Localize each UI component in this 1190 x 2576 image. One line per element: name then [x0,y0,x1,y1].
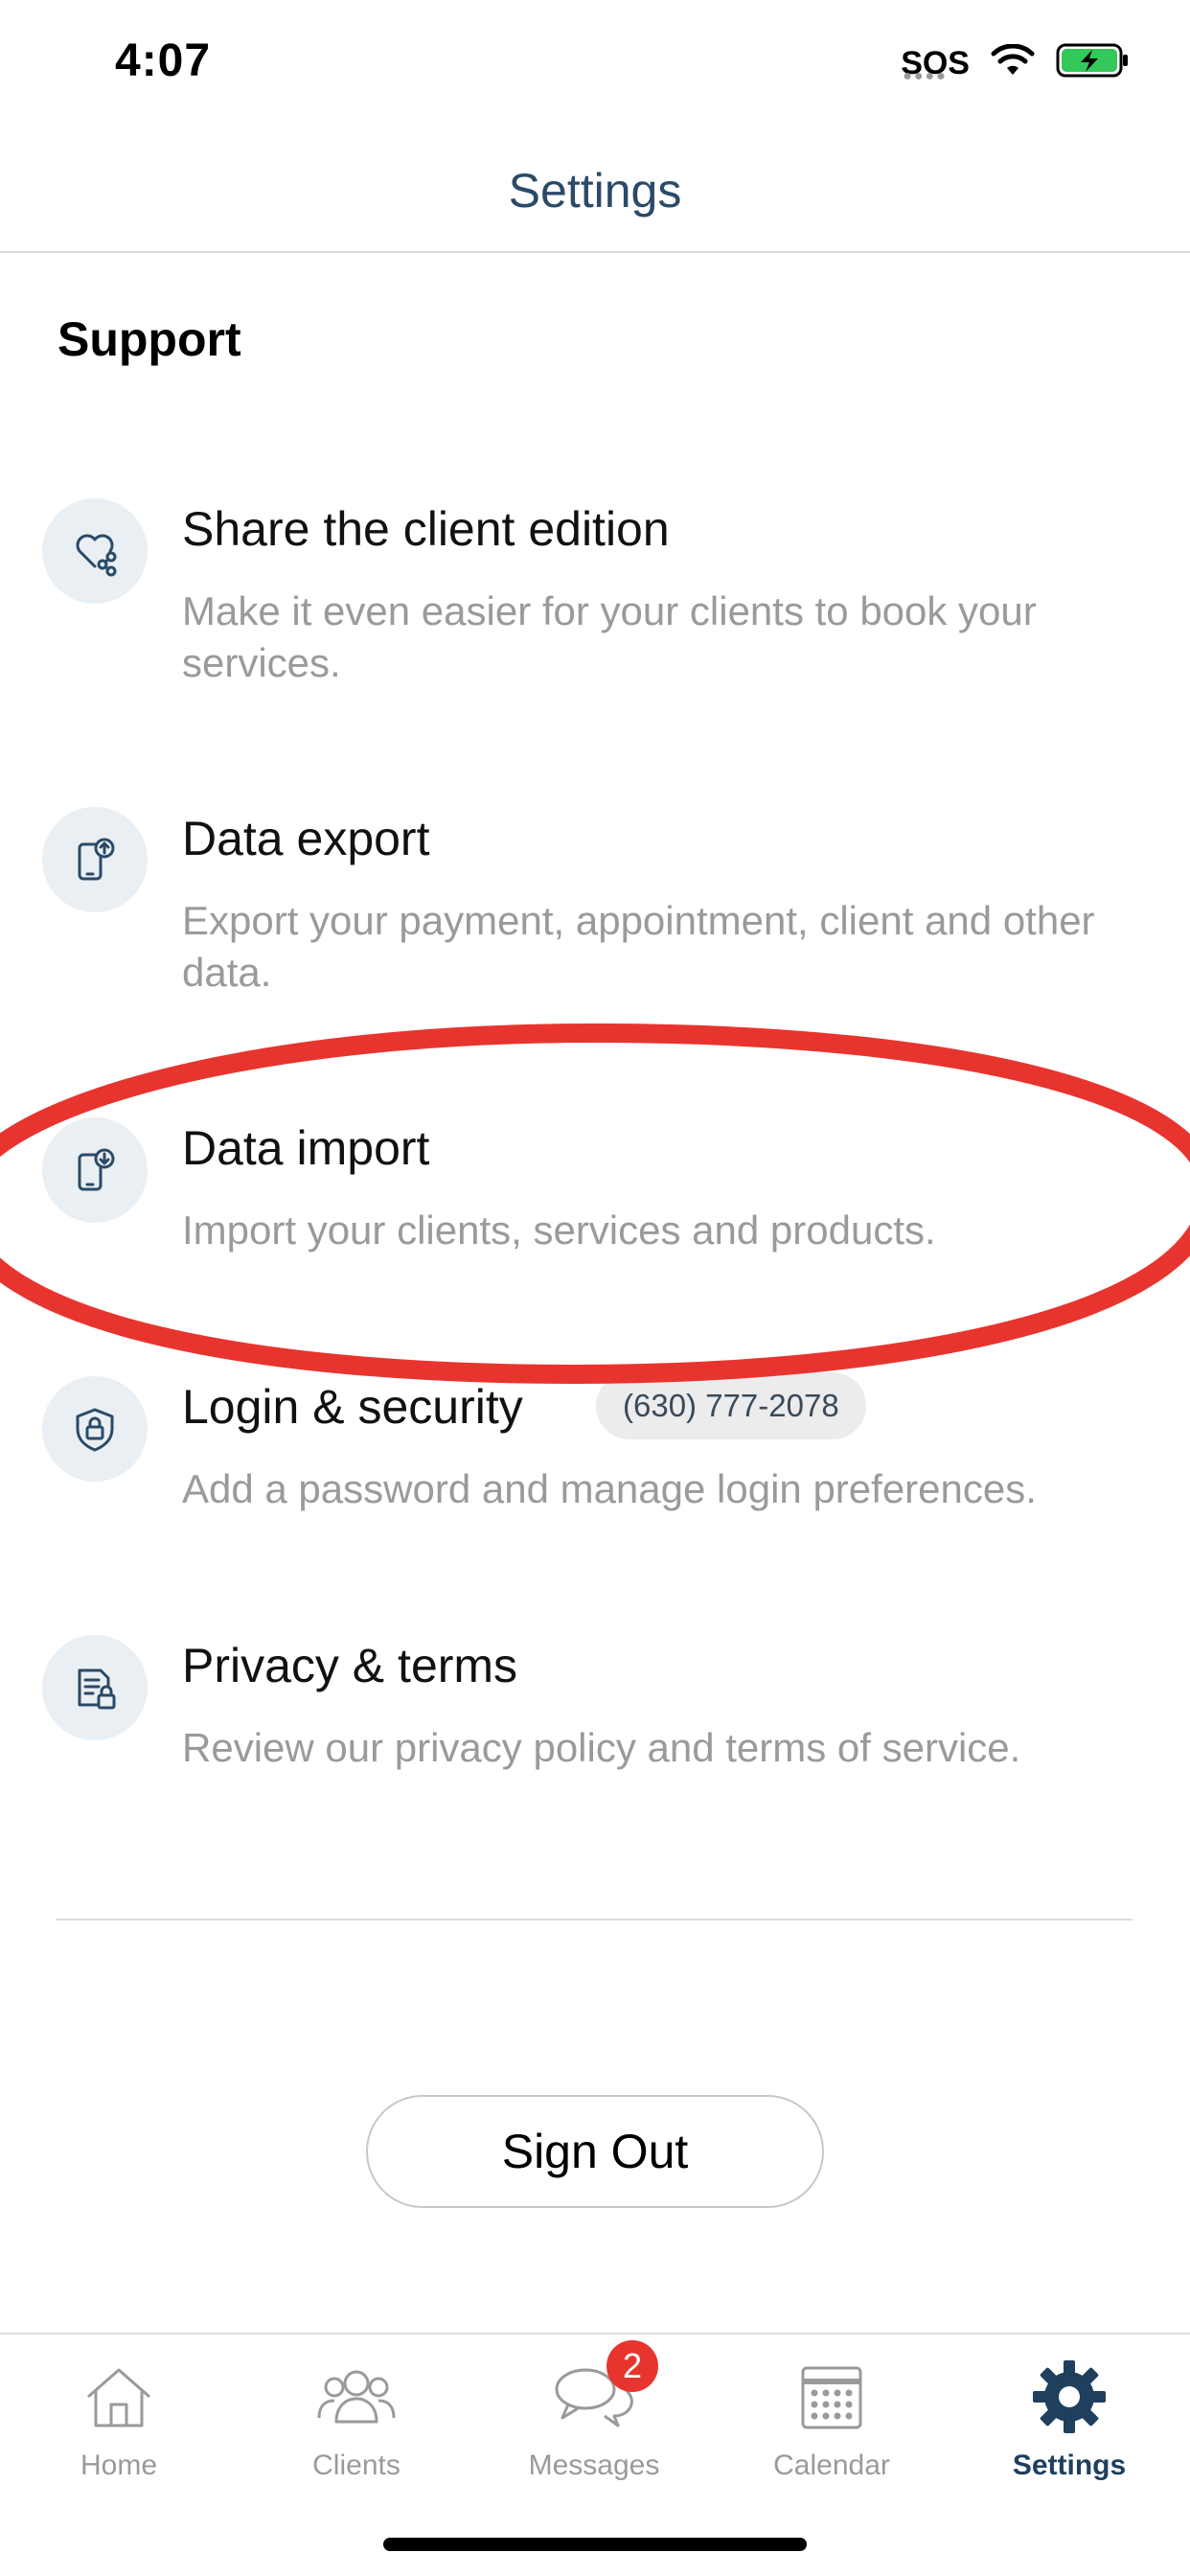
tab-label: Clients [312,2450,400,2481]
message-count-badge: 2 [606,2340,658,2392]
item-title: Login & security [182,1380,523,1434]
item-title: Data export [182,812,430,865]
chat-icon: 2 [551,2340,658,2440]
signal-dots: ●●●● [903,67,948,84]
home-indicator [383,2538,807,2551]
wifi-icon [991,43,1035,81]
tab-label: Calendar [773,2450,890,2481]
calendar-icon [789,2354,875,2440]
shield-lock-icon [42,1376,148,1482]
tab-label: Home [80,2450,158,2481]
tab-settings[interactable]: Settings [973,2354,1165,2497]
section-title: Support [57,312,241,366]
divider [56,1919,1133,1920]
status-bar: 4:07 SOS ●●●● [0,0,1190,134]
sign-out-button[interactable]: Sign Out [366,2095,824,2208]
status-time: 4:07 [115,35,212,86]
phone-upload-icon [42,807,148,912]
battery-charging-icon [1056,42,1131,83]
nav-header: Settings [0,134,1190,253]
item-description: Import your clients, services and produc… [182,1208,936,1253]
users-icon [313,2354,400,2440]
item-description: Review our privacy policy and terms of s… [182,1725,1021,1770]
gear-icon [1026,2354,1112,2440]
item-title: Data import [182,1121,430,1175]
item-title: Share the client edition [182,502,670,556]
document-lock-icon [42,1635,148,1740]
item-description: Make it even easier for your clients to … [182,588,1037,685]
phone-number-badge: (630) 777-2078 [596,1372,866,1439]
tab-calendar[interactable]: Calendar [736,2354,927,2497]
item-description: Export your payment, appointment, client… [182,898,1095,995]
page-title: Settings [508,164,682,218]
tab-label: Settings [1012,2450,1127,2481]
item-description: Add a password and manage login preferen… [182,1466,1037,1511]
tab-messages[interactable]: 2 Messages [498,2340,690,2497]
status-icons: SOS ●●●● [901,42,1131,84]
tab-clients[interactable]: Clients [261,2354,452,2497]
home-icon [76,2354,162,2440]
item-title: Privacy & terms [182,1639,518,1692]
tab-label: Messages [528,2450,660,2481]
tab-home[interactable]: Home [23,2354,215,2497]
heart-share-icon [42,498,148,604]
phone-download-icon [42,1117,148,1223]
sos-indicator: SOS ●●●● [901,47,970,84]
